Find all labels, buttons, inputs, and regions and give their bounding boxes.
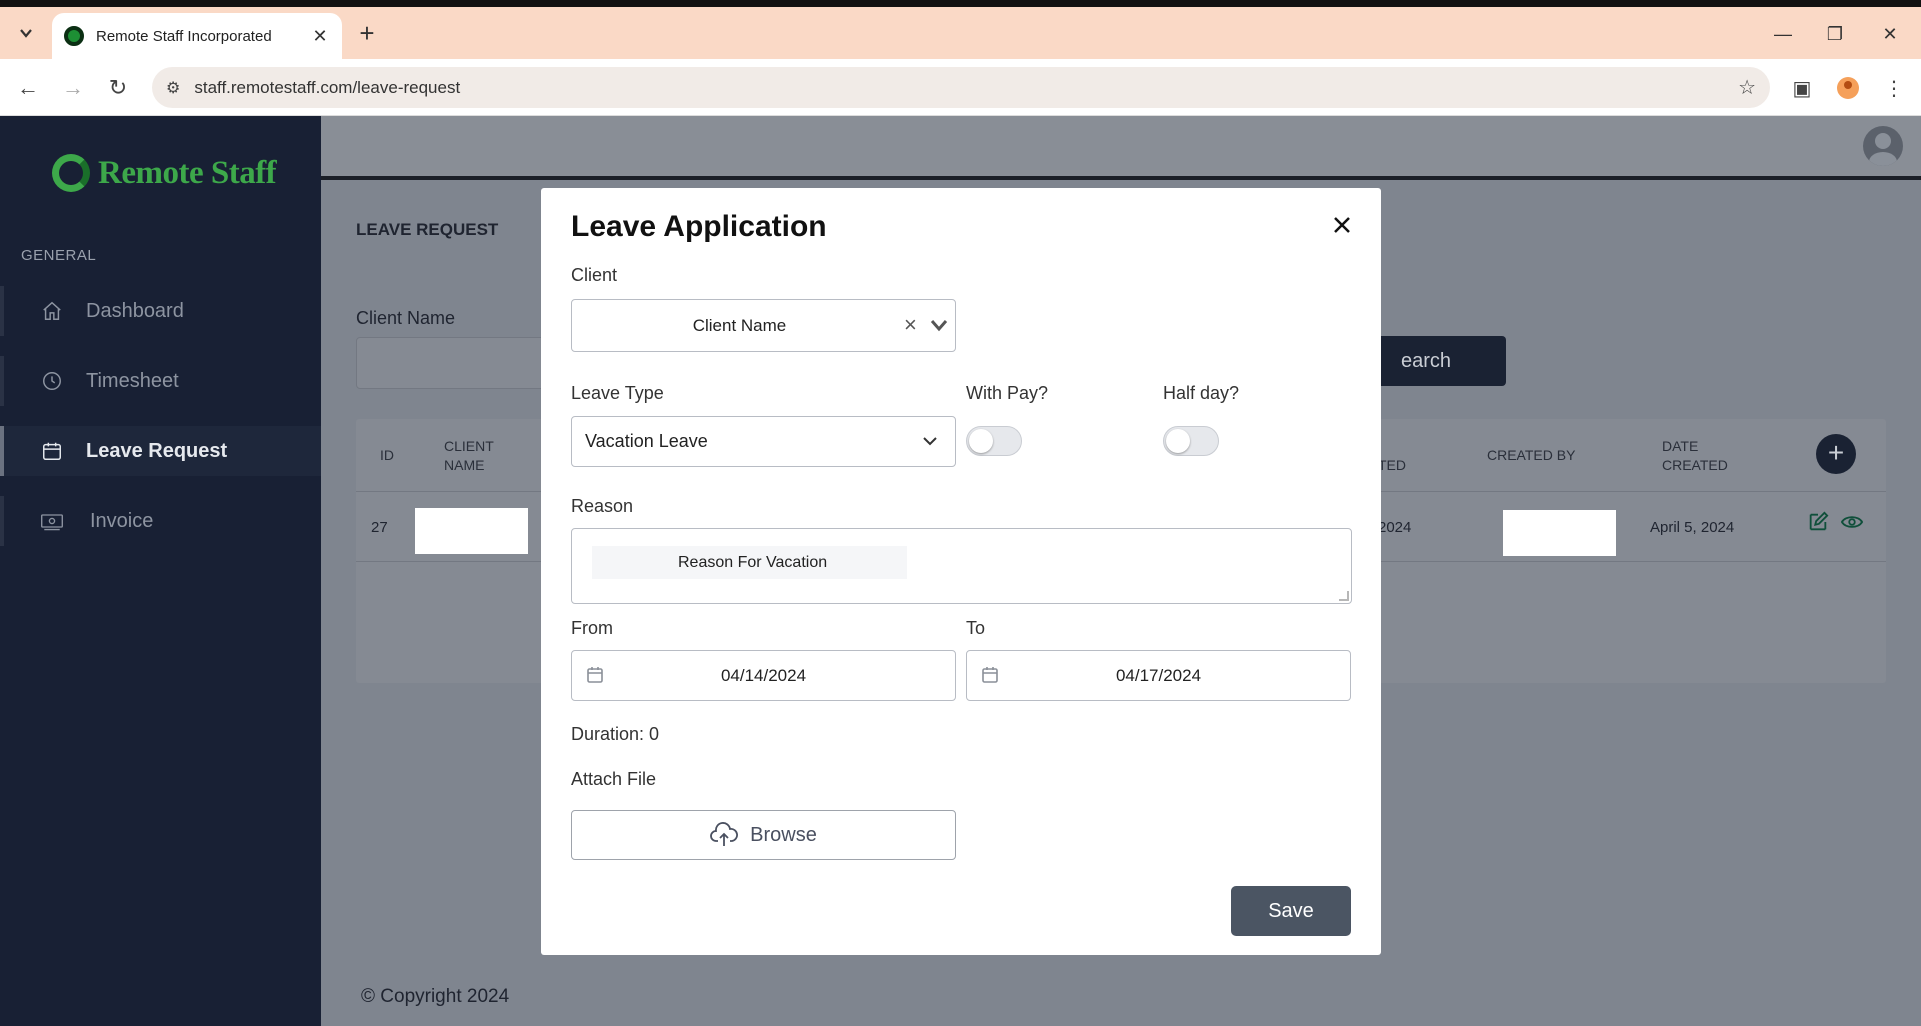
- half-day-label: Half day?: [1163, 383, 1240, 403]
- sidebar-item-label: Leave Request: [86, 439, 228, 462]
- client-select-value: Client Name: [692, 316, 787, 335]
- chevron-down-icon[interactable]: [930, 316, 948, 339]
- sidebar-item-label: Dashboard: [86, 299, 184, 322]
- view-eye-icon[interactable]: [1840, 511, 1865, 535]
- brand-logo[interactable]: Remote Staff: [52, 154, 277, 192]
- cell-id: 27: [371, 519, 388, 536]
- new-tab-button[interactable]: +: [352, 19, 382, 49]
- cloud-upload-icon: [710, 822, 739, 846]
- sidebar-item-label: Invoice: [90, 509, 154, 532]
- to-date-value: 04/17/2024: [1115, 666, 1202, 685]
- leave-application-modal: Leave Application Client Client Name × L…: [541, 188, 1381, 955]
- side-panel-icon[interactable]: ▣: [1786, 72, 1818, 104]
- logo-ring-icon: [52, 154, 90, 192]
- restore-icon[interactable]: ❐: [1815, 19, 1855, 49]
- minimize-icon[interactable]: —: [1763, 19, 1803, 49]
- with-pay-label: With Pay?: [966, 383, 1049, 403]
- attach-file-label: Attach File: [571, 769, 657, 789]
- calendar-icon: [40, 439, 64, 463]
- clear-icon[interactable]: ×: [904, 312, 917, 338]
- window-close-icon[interactable]: ✕: [1870, 19, 1910, 49]
- tab-search-button[interactable]: [10, 17, 42, 49]
- page-title: LEAVE REQUEST: [356, 220, 499, 239]
- reason-label: Reason: [571, 496, 634, 516]
- modal-title: Leave Application: [571, 210, 827, 243]
- url-text: staff.remotestaff.com/leave-request: [194, 77, 461, 97]
- clock-icon: [40, 369, 64, 393]
- browser-toolbar: ← → ↻ ⚙ staff.remotestaff.com/leave-requ…: [0, 59, 1921, 116]
- table-header-id: ID: [380, 447, 394, 463]
- to-date-input[interactable]: 04/17/2024: [966, 650, 1351, 701]
- reason-textarea[interactable]: Reason For Vacation: [571, 528, 1352, 604]
- tab-title: Remote Staff Incorporated: [96, 27, 272, 45]
- browser-tab[interactable]: Remote Staff Incorporated ✕: [52, 13, 342, 59]
- add-leave-button[interactable]: +: [1816, 434, 1856, 474]
- duration-text: Duration: 0: [571, 724, 660, 744]
- edit-icon[interactable]: [1807, 511, 1831, 535]
- browse-button[interactable]: Browse: [571, 810, 956, 860]
- from-label: From: [571, 618, 613, 638]
- sidebar: Remote Staff GENERAL Dashboard Timesheet…: [0, 116, 321, 1026]
- menu-kebab-icon[interactable]: ⋮: [1878, 72, 1910, 104]
- leave-type-select[interactable]: Vacation Leave: [571, 416, 956, 467]
- sidebar-item-leave-request[interactable]: Leave Request: [0, 426, 321, 476]
- tab-close-icon[interactable]: ✕: [310, 26, 330, 47]
- sidebar-item-dashboard[interactable]: Dashboard: [0, 286, 321, 336]
- address-bar[interactable]: ⚙ staff.remotestaff.com/leave-request ☆: [152, 67, 1770, 108]
- table-header-created-by: CREATED BY: [1487, 447, 1576, 463]
- tab-strip: Remote Staff Incorporated ✕ + — ❐ ✕: [0, 7, 1921, 59]
- reason-text: Reason For Vacation: [592, 546, 907, 579]
- brand-name: Remote Staff: [98, 154, 277, 191]
- table-header-date-created: DATE CREATED: [1662, 437, 1728, 475]
- sidebar-item-label: Timesheet: [86, 369, 179, 392]
- sidebar-item-invoice[interactable]: Invoice: [0, 496, 321, 546]
- to-label: To: [966, 618, 986, 638]
- app-header: [321, 116, 1921, 180]
- site-settings-icon[interactable]: ⚙: [166, 78, 180, 98]
- leave-type-value: Vacation Leave: [585, 431, 708, 451]
- home-icon: [40, 299, 64, 323]
- redacted-client-name: [415, 508, 528, 554]
- client-label: Client: [571, 265, 618, 285]
- with-pay-toggle[interactable]: [966, 426, 1022, 456]
- profile-icon[interactable]: [1832, 72, 1864, 104]
- favicon-icon: [64, 26, 84, 46]
- browse-label: Browse: [750, 823, 817, 846]
- reload-icon[interactable]: ↻: [102, 72, 134, 104]
- from-date-value: 04/14/2024: [720, 666, 807, 685]
- user-avatar[interactable]: [1863, 126, 1903, 166]
- chevron-down-icon: [922, 433, 938, 454]
- header-line: CREATED: [1662, 457, 1728, 473]
- header-line: DATE: [1662, 438, 1699, 454]
- table-header-client-name: CLIENT NAME: [444, 437, 494, 475]
- copyright-text: © Copyright 2024: [361, 986, 510, 1007]
- forward-arrow-icon[interactable]: →: [57, 72, 89, 104]
- close-icon[interactable]: [1331, 214, 1357, 240]
- save-button[interactable]: Save: [1231, 886, 1351, 936]
- cell-partial-date: 2024: [1378, 519, 1412, 536]
- back-arrow-icon[interactable]: ←: [12, 72, 44, 104]
- table-header-partial: TED: [1378, 457, 1406, 473]
- leave-type-label: Leave Type: [571, 383, 664, 403]
- money-icon: [40, 509, 64, 533]
- half-day-toggle[interactable]: [1163, 426, 1219, 456]
- cell-date-created: April 5, 2024: [1650, 519, 1735, 536]
- bookmark-star-icon[interactable]: ☆: [1738, 75, 1756, 100]
- window-top-edge: [0, 0, 1921, 7]
- sidebar-section-label: GENERAL: [21, 247, 97, 264]
- resize-handle-icon[interactable]: [1339, 591, 1349, 601]
- redacted-created-by: [1503, 510, 1616, 556]
- sidebar-item-timesheet[interactable]: Timesheet: [0, 356, 321, 406]
- chevron-down-icon: [20, 29, 32, 38]
- from-date-input[interactable]: 04/14/2024: [571, 650, 956, 701]
- client-name-label: Client Name: [356, 308, 456, 328]
- client-select[interactable]: Client Name ×: [571, 299, 956, 352]
- header-line: CLIENT: [444, 438, 494, 454]
- header-line: NAME: [444, 457, 485, 473]
